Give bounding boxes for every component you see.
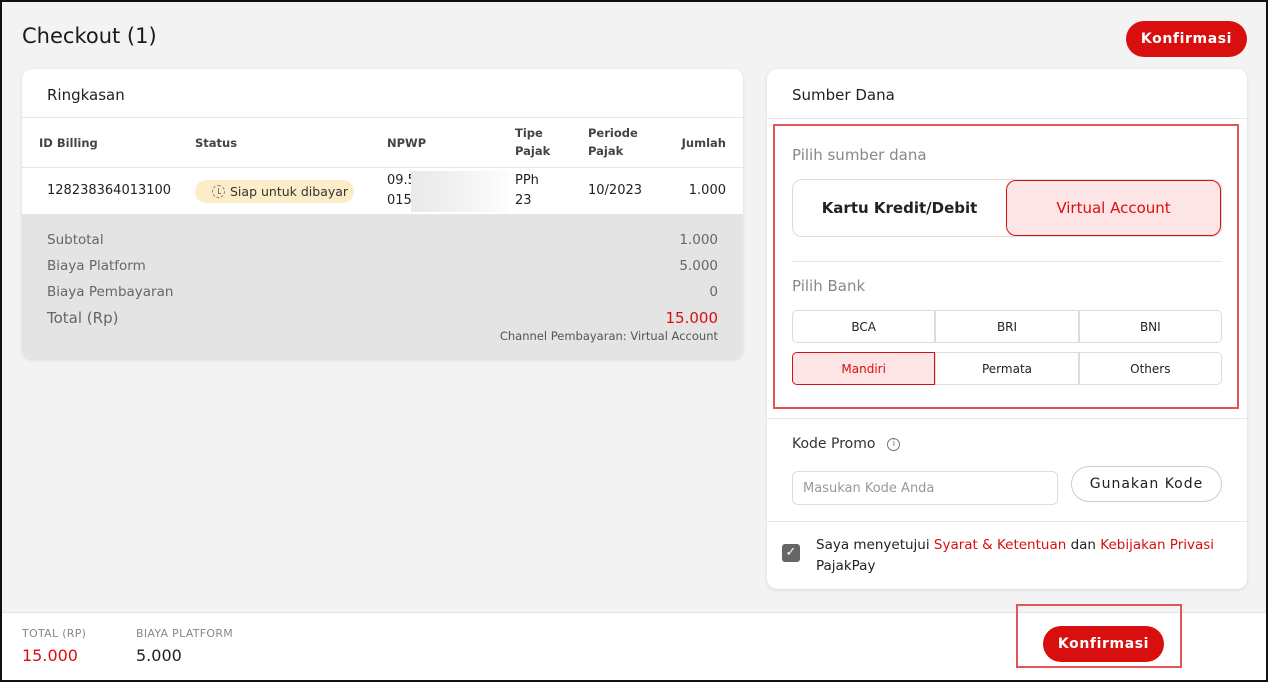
page-title: Checkout (1) <box>22 24 157 48</box>
section-divider <box>792 261 1222 262</box>
bank-permata[interactable]: Permata <box>935 352 1079 385</box>
subtotal-row: Subtotal 1.000 <box>47 232 718 248</box>
status-text: Siap untuk dibayar <box>230 184 349 199</box>
funds-title: Sumber Dana <box>792 86 895 104</box>
platform-fee-value: 5.000 <box>679 258 718 274</box>
choose-bank-label: Pilih Bank <box>792 277 866 295</box>
footer-total-label: TOTAL (RP) <box>22 627 87 640</box>
totals-area: Subtotal 1.000 Biaya Platform 5.000 Biay… <box>22 215 743 359</box>
bank-mandiri[interactable]: Mandiri <box>792 352 936 385</box>
cell-jumlah: 1.000 <box>688 183 726 198</box>
info-icon[interactable]: i <box>887 437 901 451</box>
bank-others[interactable]: Others <box>1078 352 1222 385</box>
clock-icon <box>212 185 225 198</box>
cell-periode-pajak: 10/2023 <box>588 183 643 198</box>
col-tipe-pajak: Tipe Pajak <box>515 124 550 160</box>
confirm-button-top[interactable]: Konfirmasi <box>1126 21 1247 57</box>
apply-promo-button[interactable]: Gunakan Kode <box>1071 466 1222 502</box>
agree-text-2: dan <box>1066 537 1101 553</box>
col-id-billing: ID Billing <box>39 136 98 150</box>
footer-platform-value: 5.000 <box>136 646 182 665</box>
cell-id-billing: 128238364013100 <box>47 183 172 198</box>
source-selector: Kartu Kredit/Debit Virtual Account <box>792 179 1222 237</box>
promo-label: Kode Promo i <box>792 436 901 452</box>
summary-title: Ringkasan <box>22 69 743 118</box>
funds-card: Sumber Dana Pilih sumber dana Kartu Kred… <box>767 69 1247 589</box>
payment-fee-row: Biaya Pembayaran 0 <box>47 284 718 300</box>
payment-channel: Channel Pembayaran: Virtual Account <box>499 329 718 343</box>
promo-input[interactable] <box>792 471 1058 505</box>
platform-fee-row: Biaya Platform 5.000 <box>47 258 718 274</box>
promo-divider <box>767 418 1247 419</box>
footer-platform-label: BIAYA PLATFORM <box>136 627 234 640</box>
agree-text-3: PajakPay <box>816 558 876 574</box>
col-jumlah: Jumlah <box>681 136 726 150</box>
col-status: Status <box>195 136 238 150</box>
col-tipe-pajak-line1: Tipe <box>515 126 543 140</box>
table-row: 128238364013100 Siap untuk dibayar 09.5 … <box>22 168 743 215</box>
bank-bni[interactable]: BNI <box>1078 310 1222 343</box>
status-badge: Siap untuk dibayar <box>195 180 354 203</box>
cell-tipe-pajak-line1: PPh <box>515 173 539 188</box>
terms-link[interactable]: Syarat & Ketentuan <box>934 537 1066 553</box>
total-value: 15.000 <box>665 309 719 327</box>
agree-divider <box>767 521 1247 522</box>
col-tipe-pajak-line2: Pajak <box>515 144 551 158</box>
cell-tipe-pajak-line2: 23 <box>515 193 532 208</box>
col-periode-pajak-line1: Periode <box>588 126 638 140</box>
footer-bar: TOTAL (RP) 15.000 BIAYA PLATFORM 5.000 K… <box>0 612 1268 682</box>
billing-table-header: ID Billing Status NPWP Tipe Pajak Period… <box>22 118 743 168</box>
bank-bca[interactable]: BCA <box>792 310 936 343</box>
npwp-redaction <box>411 171 509 212</box>
source-card[interactable]: Kartu Kredit/Debit <box>793 180 1006 236</box>
footer-total-value: 15.000 <box>22 646 78 665</box>
source-virtual-account[interactable]: Virtual Account <box>1006 180 1221 236</box>
agree-checkbox[interactable]: ✓ <box>782 544 800 562</box>
bank-grid: BCA BRI BNI Mandiri Permata Others <box>792 310 1222 386</box>
funds-divider <box>767 118 1247 119</box>
total-row: Total (Rp) 15.000 <box>47 309 718 327</box>
bank-bri[interactable]: BRI <box>935 310 1079 343</box>
subtotal-label: Subtotal <box>47 232 104 248</box>
agree-text: Saya menyetujui Syarat & Ketentuan dan K… <box>816 535 1236 577</box>
col-npwp: NPWP <box>387 136 427 150</box>
choose-source-label: Pilih sumber dana <box>792 146 927 164</box>
promo-label-text: Kode Promo <box>792 436 876 452</box>
cell-tipe-pajak: PPh 23 <box>515 171 539 211</box>
confirm-button-footer[interactable]: Konfirmasi <box>1043 626 1164 662</box>
col-periode-pajak-line2: Pajak <box>588 144 624 158</box>
platform-fee-label: Biaya Platform <box>47 258 146 274</box>
subtotal-value: 1.000 <box>679 232 718 248</box>
privacy-link[interactable]: Kebijakan Privasi <box>1100 537 1214 553</box>
total-label: Total (Rp) <box>47 309 119 327</box>
payment-fee-label: Biaya Pembayaran <box>47 284 174 300</box>
col-periode-pajak: Periode Pajak <box>588 124 638 160</box>
payment-fee-value: 0 <box>709 284 718 300</box>
summary-card: Ringkasan ID Billing Status NPWP Tipe Pa… <box>22 69 743 359</box>
agree-text-1: Saya menyetujui <box>816 537 934 553</box>
